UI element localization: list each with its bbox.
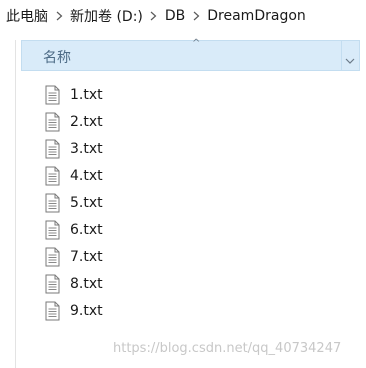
file-name: 4.txt	[70, 167, 103, 184]
text-file-icon	[45, 85, 60, 104]
list-item[interactable]: 8.txt	[44, 270, 103, 297]
sort-ascending-icon: ^	[192, 38, 201, 49]
text-file-icon	[45, 301, 60, 320]
column-header-name[interactable]: ^ 名称	[21, 38, 360, 71]
text-file-icon	[45, 220, 60, 239]
file-name: 8.txt	[70, 275, 103, 292]
text-file-icon	[45, 139, 60, 158]
breadcrumb-db[interactable]: DB	[163, 8, 187, 24]
chevron-right-icon[interactable]	[187, 11, 205, 21]
breadcrumb: 此电脑 新加卷 (D:) DB DreamDragon	[0, 0, 366, 32]
text-file-icon	[45, 193, 60, 212]
list-item[interactable]: 7.txt	[44, 243, 103, 270]
watermark: https://blog.csdn.net/qq_40734247	[113, 341, 342, 356]
text-file-icon	[45, 112, 60, 131]
list-item[interactable]: 1.txt	[44, 81, 103, 108]
text-file-icon	[45, 166, 60, 185]
list-item[interactable]: 6.txt	[44, 216, 103, 243]
list-item[interactable]: 9.txt	[44, 297, 103, 324]
list-item[interactable]: 3.txt	[44, 135, 103, 162]
list-item[interactable]: 2.txt	[44, 108, 103, 135]
column-header-label: 名称	[43, 50, 71, 66]
navigation-pane-edge[interactable]	[0, 40, 16, 368]
file-name: 6.txt	[70, 221, 103, 238]
chevron-down-icon[interactable]	[345, 50, 355, 69]
file-name: 1.txt	[70, 86, 103, 103]
file-name: 2.txt	[70, 113, 103, 130]
chevron-right-icon[interactable]	[50, 11, 68, 21]
breadcrumb-this-pc[interactable]: 此电脑	[4, 6, 50, 26]
file-name: 3.txt	[70, 140, 103, 157]
column-divider[interactable]	[341, 41, 342, 70]
text-file-icon	[45, 247, 60, 266]
file-name: 7.txt	[70, 248, 103, 265]
list-item[interactable]: 5.txt	[44, 189, 103, 216]
text-file-icon	[45, 274, 60, 293]
breadcrumb-drive-d[interactable]: 新加卷 (D:)	[68, 6, 145, 26]
chevron-right-icon[interactable]	[145, 11, 163, 21]
list-item[interactable]: 4.txt	[44, 162, 103, 189]
file-list: 1.txt 2.txt 3.txt 4.txt 5.txt 6.txt 7.tx…	[44, 81, 103, 324]
breadcrumb-dreamdragon[interactable]: DreamDragon	[205, 8, 308, 24]
file-name: 5.txt	[70, 194, 103, 211]
file-name: 9.txt	[70, 302, 103, 319]
